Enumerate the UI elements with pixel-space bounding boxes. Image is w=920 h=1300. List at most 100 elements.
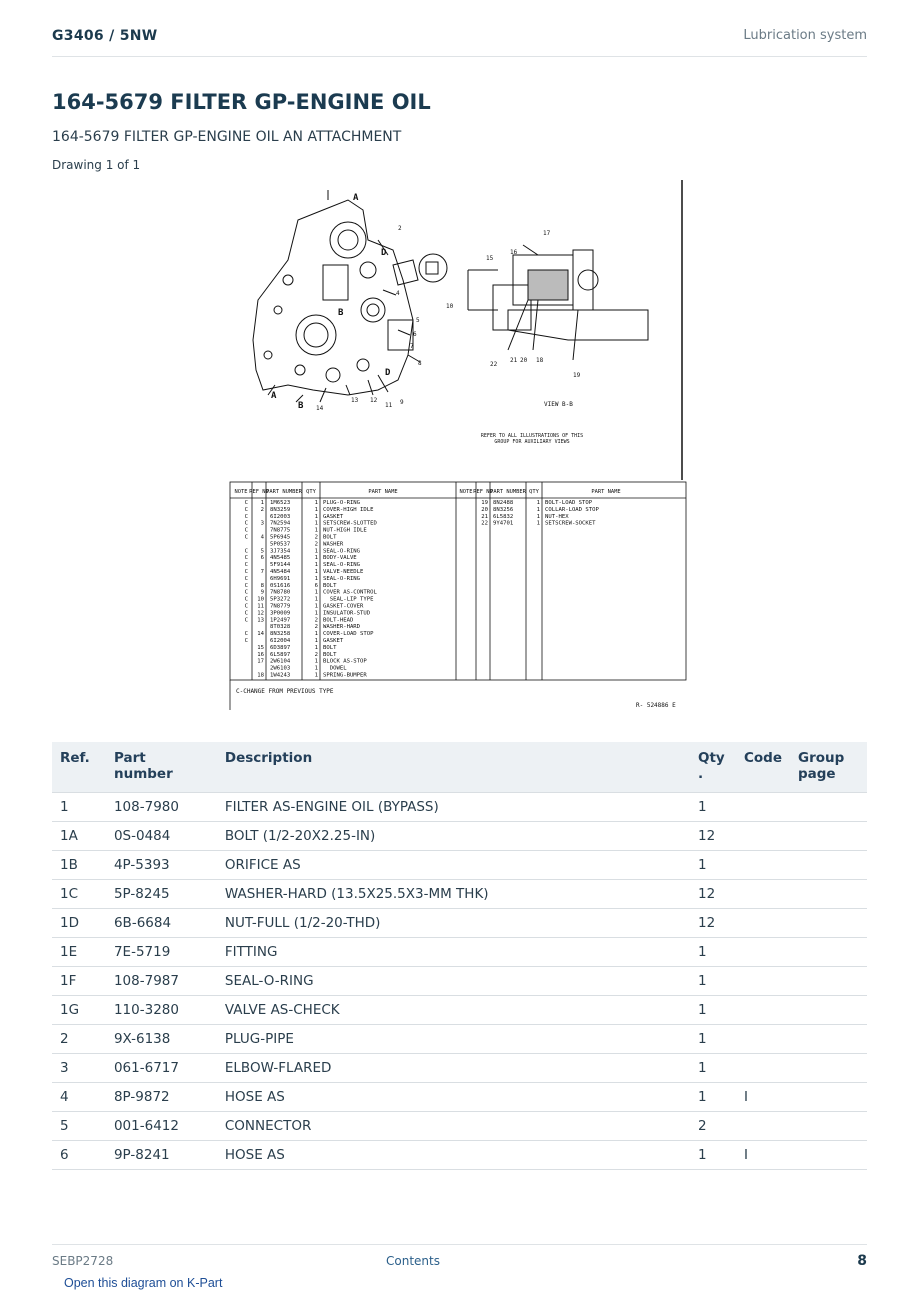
- section-name: Lubrication system: [743, 28, 867, 43]
- header-part-number: Part number: [105, 742, 217, 793]
- diagram-row-cell: 8T0328: [270, 624, 291, 630]
- table-row: 1G 110-3280 VALVE AS-CHECK 1: [52, 995, 867, 1025]
- diagram-row-cell: 1: [315, 597, 318, 603]
- group-page-cell: [790, 995, 867, 1025]
- description-cell: CONNECTOR: [216, 1111, 690, 1141]
- diagram-row-cell: BOLT: [323, 652, 337, 658]
- code-cell: [735, 879, 790, 909]
- description-cell: WASHER-HARD (13.5X25.5X3-MM THK): [216, 879, 690, 909]
- diagram-col-header: QTY: [529, 489, 539, 495]
- diagram-row-cell: 2W6104: [270, 659, 291, 665]
- group-page-cell: [790, 879, 867, 909]
- diagram-row-cell: 1: [315, 528, 318, 534]
- svg-text:22: 22: [490, 361, 498, 368]
- description-cell: FITTING: [216, 937, 690, 967]
- code-cell: [735, 1111, 790, 1141]
- diagram-row-cell: 1: [537, 507, 540, 513]
- diagram-row-cell: 1: [315, 631, 318, 637]
- diagram-row-cell: 2W6103: [270, 666, 290, 672]
- group-page-cell: [790, 792, 867, 822]
- diagram-row-cell: C: [245, 562, 248, 568]
- group-page-cell: [790, 1024, 867, 1054]
- callout-labels-housing: A A B B D D 2 4 5 6 7 8 9 10 11 12 13 14: [271, 193, 454, 412]
- diagram-row-cell: COVER AS-CONTROL: [323, 590, 378, 596]
- diagram-row-cell: 9: [261, 590, 264, 596]
- part-number-cell: 110-3280: [105, 995, 217, 1025]
- svg-text:13: 13: [351, 397, 359, 404]
- diagram-row-cell: 6L5897: [270, 652, 290, 658]
- header-ref: Ref.: [52, 742, 106, 793]
- ref-cell: 1B: [52, 850, 106, 880]
- page-title: 164-5679 FILTER GP-ENGINE OIL: [52, 90, 431, 114]
- diagram-row-cell: COLLAR-LOAD STOP: [545, 507, 600, 513]
- code-cell: I: [735, 1082, 790, 1112]
- svg-text:6: 6: [413, 331, 417, 338]
- ref-cell: 2: [52, 1024, 106, 1054]
- diagram-row-cell: 14: [257, 631, 264, 637]
- drawing-label: Drawing 1 of 1: [52, 158, 141, 172]
- svg-text:18: 18: [536, 357, 544, 364]
- diagram-row-cell: 4N5484: [270, 569, 291, 575]
- diagram-row-cell: BOLT: [323, 535, 337, 541]
- qty-cell: 2: [690, 1111, 736, 1141]
- diagram-row-cell: C: [245, 597, 248, 603]
- table-row: 1 108-7980 FILTER AS-ENGINE OIL (BYPASS) 1: [52, 792, 867, 822]
- diagram-row-cell: COVER-LOAD STOP: [323, 631, 374, 637]
- ref-cell: 1E: [52, 937, 106, 967]
- diagram-row-cell: 1: [315, 555, 318, 561]
- kpart-diagram-link[interactable]: Open this diagram on K-Part: [64, 1276, 222, 1290]
- part-number-cell: 9X-6138: [105, 1024, 217, 1054]
- description-cell: VALVE AS-CHECK: [216, 995, 690, 1025]
- qty-cell: 1: [690, 1053, 736, 1083]
- group-page-cell: [790, 1053, 867, 1083]
- diagram-row-cell: BOLT: [323, 583, 337, 589]
- svg-text:16: 16: [510, 249, 518, 256]
- table-row: 1E 7E-5719 FITTING 1: [52, 937, 867, 967]
- diagram-row-cell: C: [245, 576, 248, 582]
- code-cell: [735, 1024, 790, 1054]
- diagram-row-cell: SEAL-O-RING: [323, 576, 361, 582]
- diagram-row-cell: 8N3259: [270, 507, 290, 513]
- diagram-row-cell: 8N3256: [493, 507, 513, 513]
- qty-cell: 12: [690, 821, 736, 851]
- description-cell: ELBOW-FLARED: [216, 1053, 690, 1083]
- diagram-row-cell: C: [245, 521, 248, 527]
- svg-text:5: 5: [416, 317, 420, 324]
- diagram-row-cell: C: [245, 631, 248, 637]
- diagram-row-cell: 1: [537, 500, 540, 506]
- diagram-row-cell: DOWEL: [323, 666, 347, 672]
- diagram-row-cell: 8N2488: [493, 500, 514, 506]
- diagram-row-cell: 2: [261, 507, 264, 513]
- diagram-col-header: PART NAME: [591, 489, 620, 495]
- code-cell: [735, 908, 790, 938]
- svg-text:7: 7: [410, 343, 414, 350]
- parts-table-header: Ref. Part number Description Qty. Code G…: [52, 742, 867, 793]
- page-footer: SEBP2728 Contents 8: [52, 1244, 867, 1275]
- diagram-row-cell: 3J7354: [270, 548, 291, 554]
- diagram-row-cell: 6I2004: [270, 638, 291, 644]
- part-number-cell: 108-7987: [105, 966, 217, 996]
- code-cell: [735, 850, 790, 880]
- diagram-row-cell: 6: [315, 583, 318, 589]
- svg-text:21: 21: [510, 357, 518, 364]
- diagram-table-right: 19 8N2488 1 BOLT-LOAD STOP 20 8N3256 1 COLLAR-L…: [481, 500, 599, 527]
- group-page-cell: [790, 1140, 867, 1170]
- ref-cell: 1F: [52, 966, 106, 996]
- code-cell: I: [735, 1140, 790, 1170]
- code-cell: [735, 995, 790, 1025]
- diagram-row-cell: BOLT-LOAD STOP: [545, 500, 593, 506]
- diagram-row-cell: 5P3272: [270, 597, 290, 603]
- diagram-row-cell: 1: [315, 514, 318, 520]
- svg-text:12: 12: [370, 397, 378, 404]
- svg-text:B: B: [338, 308, 344, 318]
- diagram-row-cell: C: [245, 569, 248, 575]
- diagram-row-cell: 1: [315, 673, 318, 679]
- diagram-row-cell: 7N8779: [270, 604, 290, 610]
- part-number-cell: 5P-8245: [105, 879, 217, 909]
- svg-text:14: 14: [316, 405, 324, 412]
- diagram-row-cell: GASKET: [323, 514, 344, 520]
- header-code: Code: [735, 742, 790, 793]
- qty-cell: 1: [690, 1140, 736, 1170]
- group-page-cell: [790, 937, 867, 967]
- contents-link[interactable]: Contents: [386, 1254, 440, 1268]
